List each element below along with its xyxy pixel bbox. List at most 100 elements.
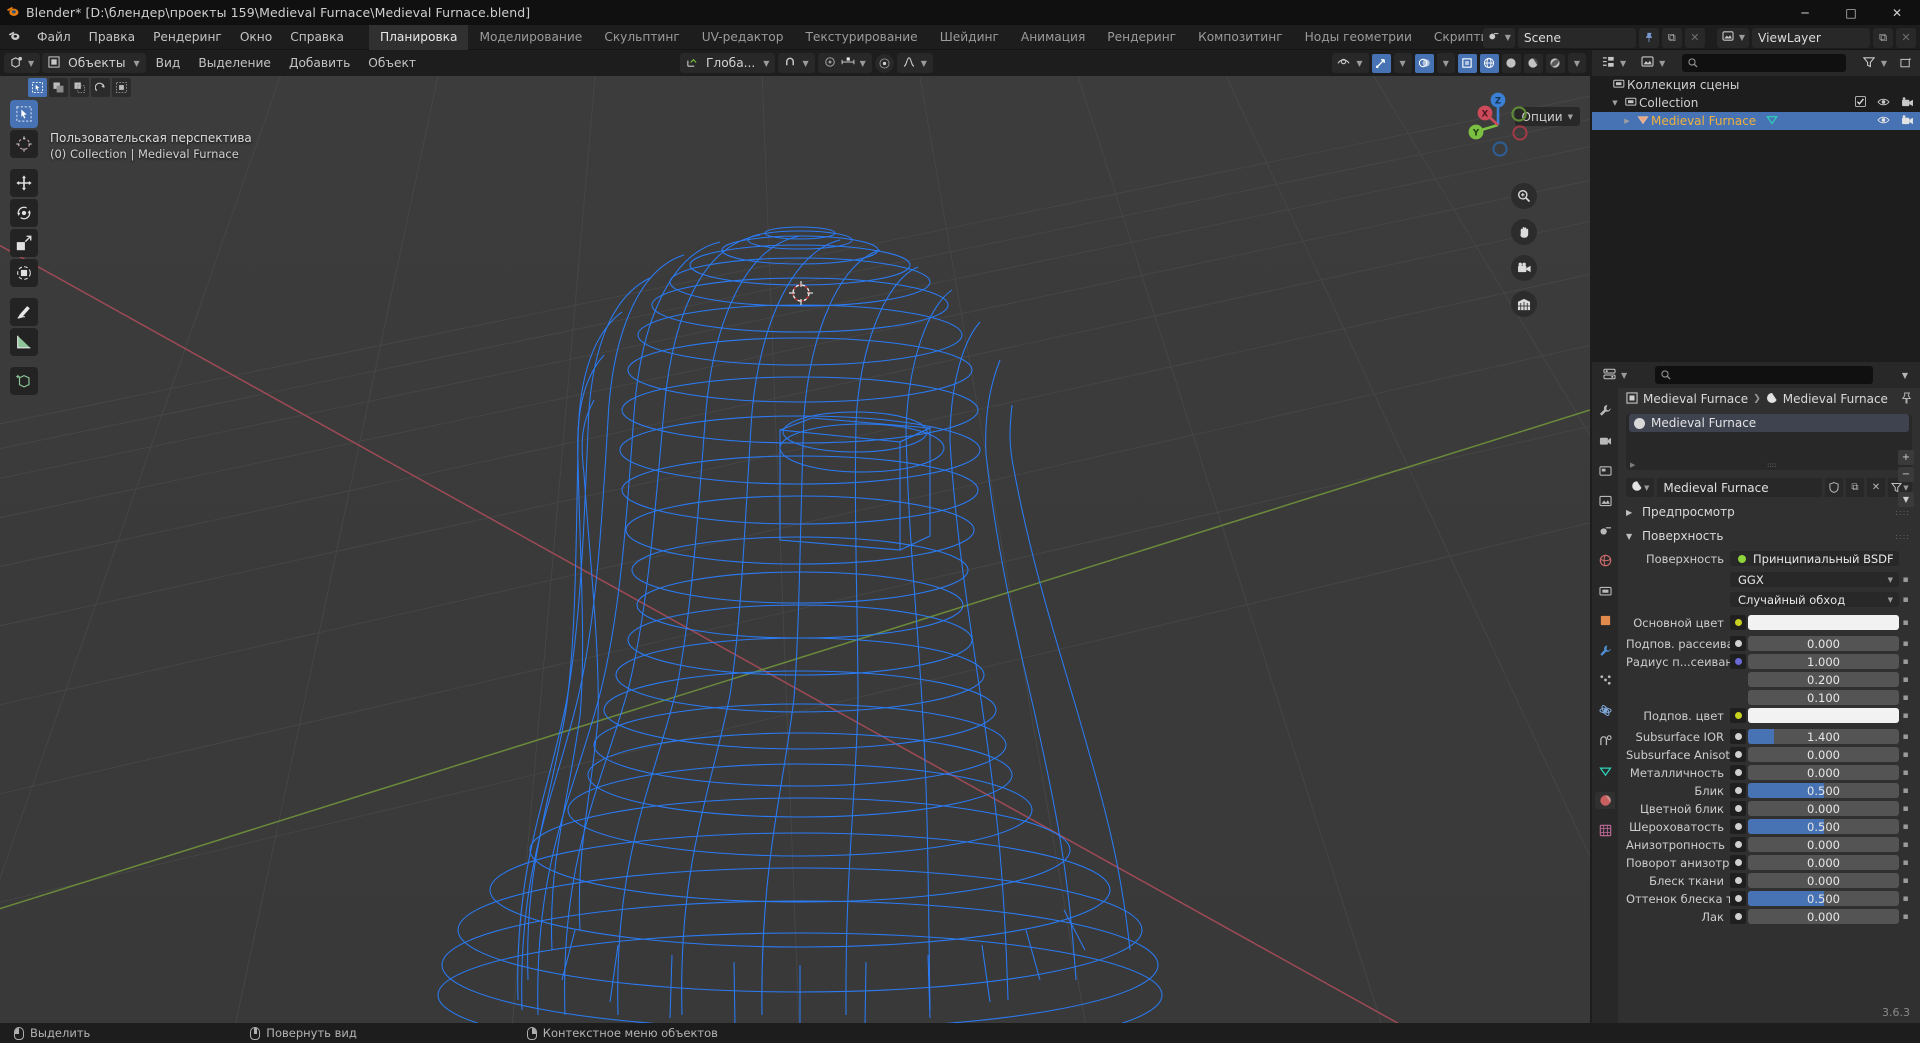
material-browse-selector[interactable]: ▼ [1626, 478, 1655, 497]
add-cube-tool[interactable] [10, 367, 38, 395]
tab-texture[interactable] [1595, 822, 1615, 839]
select-subtract-button[interactable] [70, 77, 89, 97]
node-socket-button[interactable] [1730, 909, 1746, 924]
node-socket-button[interactable] [1730, 819, 1746, 834]
value-slider-field[interactable]: 1.000 [1748, 654, 1899, 669]
workspace-tab-compositing[interactable]: Композитинг [1187, 25, 1294, 50]
new-viewlayer-button[interactable]: ⧉ [1873, 27, 1893, 48]
overlays-toggle[interactable] [1414, 53, 1434, 73]
properties-editor[interactable]: ▼ ▼ Medieval Furnace ❯ Medieval Furnace … [1592, 362, 1920, 1023]
viewlayer-name-field[interactable]: ViewLayer [1752, 27, 1870, 48]
outliner-row-scene-collection[interactable]: Коллекция сцены [1592, 76, 1920, 94]
animate-dot-icon[interactable]: ▪ [1899, 732, 1912, 742]
animate-dot-icon[interactable]: ▪ [1899, 618, 1912, 628]
expand-toggle[interactable]: ▼ [1608, 99, 1622, 107]
remove-viewlayer-button[interactable]: ✕ [1896, 27, 1916, 48]
minimize-button[interactable]: ─ [1782, 0, 1828, 25]
menu-edit[interactable]: Правка [80, 28, 144, 47]
workspace-tab-rendering[interactable]: Рендеринг [1096, 25, 1187, 50]
viewport-menu-object[interactable]: Объект [360, 53, 424, 73]
properties-search-input[interactable] [1655, 366, 1873, 384]
rotate-tool[interactable] [10, 199, 38, 227]
viewport-menu-add[interactable]: Добавить [281, 53, 358, 73]
xray-toggle[interactable] [1457, 53, 1477, 73]
new-scene-button[interactable]: ⧉ [1661, 27, 1682, 48]
tweak-select-tool[interactable] [10, 100, 38, 128]
value-slider-field[interactable]: 0.000 [1748, 873, 1899, 888]
value-slider-field[interactable]: 0.000 [1748, 765, 1899, 780]
visibility-selector[interactable]: ▼ [1332, 53, 1369, 73]
cursor-tool[interactable] [10, 130, 38, 158]
value-slider-field[interactable]: 0.200 [1748, 672, 1899, 687]
node-socket-button[interactable] [1730, 873, 1746, 888]
outliner-new-collection-button[interactable] [1896, 53, 1916, 73]
value-slider-field[interactable]: 1.400 [1748, 729, 1899, 744]
value-slider-field[interactable]: 0.000 [1748, 801, 1899, 816]
measure-tool[interactable] [10, 328, 38, 356]
unlink-material-button[interactable]: ✕ [1867, 478, 1885, 497]
tab-modifiers[interactable] [1595, 642, 1615, 659]
overlays-options-selector[interactable]: ▼ [1436, 53, 1455, 73]
camera-icon[interactable] [1901, 96, 1914, 110]
animate-dot-icon[interactable]: ▪ [1899, 858, 1912, 868]
animate-dot-icon[interactable]: ▪ [1899, 575, 1912, 585]
animate-dot-icon[interactable]: ▪ [1899, 595, 1912, 605]
animate-dot-icon[interactable]: ▪ [1899, 840, 1912, 850]
workspace-tab-geometry-nodes[interactable]: Ноды геометрии [1294, 25, 1423, 50]
animate-dot-icon[interactable]: ▪ [1899, 876, 1912, 886]
list-grip-icon[interactable]: :::: [1767, 461, 1776, 469]
workspace-tab-texture-paint[interactable]: Текстурирование [794, 25, 928, 50]
node-socket-button[interactable] [1730, 891, 1746, 906]
annotate-tool[interactable] [10, 298, 38, 326]
value-slider-field[interactable]: 0.100 [1748, 690, 1899, 705]
viewlayer-selector[interactable]: ▼ [1716, 27, 1749, 48]
value-slider-field[interactable]: 0.500 [1748, 819, 1899, 834]
transform-tool[interactable] [10, 259, 38, 287]
menu-help[interactable]: Справка [281, 28, 353, 47]
viewport-menu-select[interactable]: Выделение [190, 53, 279, 73]
select-set-button[interactable] [28, 77, 47, 97]
node-socket-button[interactable] [1730, 708, 1746, 723]
shading-wireframe-button[interactable] [1479, 53, 1499, 73]
tab-material[interactable] [1595, 792, 1615, 809]
tab-world[interactable] [1595, 552, 1615, 569]
workspace-tab-animation[interactable]: Анимация [1010, 25, 1096, 50]
select-extend-button[interactable] [49, 77, 68, 97]
tab-scene[interactable] [1595, 522, 1615, 539]
proportional-editing-toggle[interactable]: ▼ [817, 53, 872, 73]
tab-collection[interactable] [1595, 582, 1615, 599]
node-socket-button[interactable] [1730, 747, 1746, 762]
transform-orientation-selector[interactable]: Глоба... ▼ [680, 53, 776, 73]
node-socket-button[interactable] [1730, 654, 1746, 669]
tab-tool[interactable] [1595, 402, 1615, 419]
navigation-gizmo[interactable]: Z Y X [1461, 88, 1535, 162]
gizmo-options-selector[interactable]: ▼ [1393, 53, 1412, 73]
workspace-tab-sculpting[interactable]: Скульптинг [593, 25, 690, 50]
tab-physics[interactable] [1595, 702, 1615, 719]
outliner-editor[interactable]: ▼ ▼ ▼ Коллекция сцены ▼ Collection ▶ Med… [1592, 50, 1920, 360]
surface-shader-selector[interactable]: Принципиальный BSDF [1730, 551, 1899, 566]
node-socket-button[interactable] [1730, 783, 1746, 798]
shading-options-selector[interactable]: ▼ [1567, 53, 1586, 73]
expand-toggle[interactable]: ▶ [1620, 117, 1634, 125]
value-slider-field[interactable]: 0.000 [1748, 747, 1899, 762]
workspace-tab-modeling[interactable]: Моделирование [468, 25, 593, 50]
material-slot-item[interactable]: Medieval Furnace [1629, 414, 1909, 432]
workspace-tab-shading[interactable]: Шейдинг [929, 25, 1010, 50]
add-material-slot-button[interactable]: + [1898, 450, 1914, 465]
animate-dot-icon[interactable]: ▪ [1899, 639, 1912, 649]
animate-dot-icon[interactable]: ▪ [1899, 912, 1912, 922]
tab-render[interactable] [1595, 432, 1615, 449]
menu-window[interactable]: Окно [231, 28, 281, 47]
tab-view-layer[interactable] [1595, 492, 1615, 509]
eye-icon[interactable] [1877, 97, 1890, 110]
outliner-filter-selector[interactable]: ▼ [1856, 53, 1893, 73]
properties-editor-type-selector[interactable]: ▼ [1597, 365, 1634, 385]
select-intersect-button[interactable] [112, 77, 131, 97]
remove-material-slot-button[interactable]: − [1898, 467, 1914, 482]
gizmo-toggle[interactable] [1371, 53, 1391, 73]
value-slider-field[interactable]: 0.500 [1748, 891, 1899, 906]
new-material-button[interactable]: ⧉ [1846, 478, 1864, 497]
color-swatch-field[interactable] [1748, 615, 1899, 630]
animate-dot-icon[interactable]: ▪ [1899, 750, 1912, 760]
